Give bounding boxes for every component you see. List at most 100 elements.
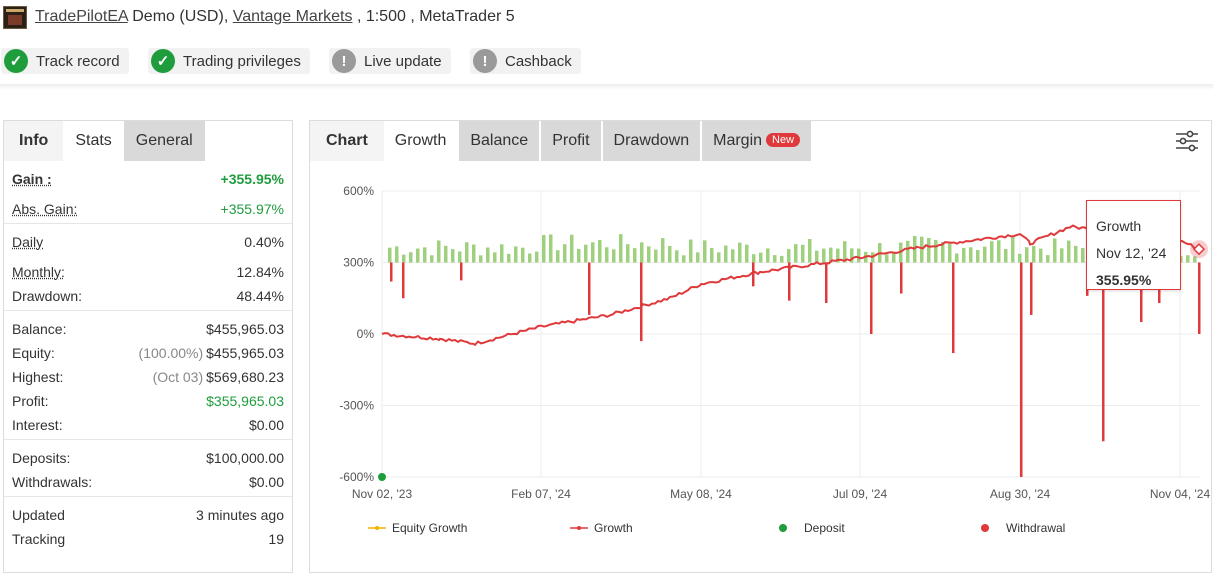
ea-name-link[interactable]: TradePilotEA bbox=[35, 8, 128, 25]
daily-gain-bar bbox=[976, 249, 980, 263]
tab-stats[interactable]: Stats bbox=[63, 121, 124, 161]
monthly-label[interactable]: Monthly: bbox=[12, 264, 65, 280]
tab-margin-label: Margin bbox=[713, 132, 763, 149]
daily-gain-bar bbox=[997, 240, 1001, 263]
stat-row-drawdown: Drawdown: 48.44% bbox=[12, 284, 284, 308]
tab-drawdown[interactable]: Drawdown bbox=[602, 121, 701, 161]
cashback-badge[interactable]: ! Cashback bbox=[470, 48, 581, 74]
daily-label[interactable]: Daily bbox=[12, 234, 43, 250]
daily-gain-bar bbox=[416, 248, 420, 263]
daily-gain-bar bbox=[990, 241, 994, 263]
profit-value: $355,965.03 bbox=[206, 393, 284, 409]
tab-balance[interactable]: Balance bbox=[459, 121, 540, 161]
daily-gain-bar bbox=[766, 248, 770, 263]
withdrawal-bar bbox=[402, 262, 405, 299]
badge-label: Live update bbox=[364, 52, 442, 70]
stat-row-abs-gain: Abs. Gain: +355.97% bbox=[12, 197, 284, 221]
legend-label[interactable]: Deposit bbox=[804, 521, 845, 535]
withdrawal-bar bbox=[952, 262, 955, 354]
daily-gain-bar bbox=[1018, 253, 1022, 263]
x-tick-label: Nov 04, '24 bbox=[1150, 487, 1211, 501]
account-type: Demo (USD), bbox=[132, 8, 229, 25]
leverage-platform: , 1:500 , MetaTrader 5 bbox=[356, 8, 515, 25]
stat-row-tracking: Tracking 19 bbox=[12, 527, 284, 551]
daily-gain-bar bbox=[969, 247, 973, 263]
y-tick-label: -300% bbox=[339, 399, 374, 413]
daily-gain-bar bbox=[1053, 238, 1057, 263]
daily-gain-bar bbox=[472, 244, 476, 263]
badge-label: Cashback bbox=[505, 52, 572, 70]
daily-gain-bar bbox=[689, 239, 693, 263]
daily-gain-bar bbox=[395, 246, 399, 263]
daily-gain-bar bbox=[633, 248, 637, 263]
y-tick-label: 600% bbox=[343, 184, 374, 198]
profit-label: Profit: bbox=[12, 393, 49, 409]
daily-gain-bar bbox=[388, 247, 392, 263]
tab-general[interactable]: General bbox=[123, 121, 205, 161]
daily-gain-bar bbox=[920, 236, 924, 263]
withdrawals-value: $0.00 bbox=[248, 474, 284, 490]
stat-row-balance: Balance: $455,965.03 bbox=[12, 317, 284, 341]
growth-chart[interactable]: 600% 300% 0% -300% -600% Nov 02, '23 Feb 07, … bbox=[310, 161, 1211, 571]
daily-gain-bar bbox=[955, 253, 959, 263]
stats-list: Gain : +355.95% Abs. Gain: +355.97% Dail… bbox=[4, 167, 292, 551]
daily-gain-bar bbox=[507, 253, 511, 263]
withdrawal-bar bbox=[870, 262, 873, 334]
track-record-badge[interactable]: ✓ Track record bbox=[1, 48, 129, 74]
daily-gain-bar bbox=[451, 249, 455, 263]
highest-date: (Oct 03) bbox=[152, 369, 204, 385]
withdrawal-bar bbox=[640, 262, 643, 342]
legend-label[interactable]: Growth bbox=[594, 521, 633, 535]
balance-label: Balance: bbox=[12, 321, 67, 337]
daily-gain-bar bbox=[444, 245, 448, 263]
stat-row-equity: Equity: (100.00%) $455,965.03 bbox=[12, 341, 284, 365]
daily-gain-bar bbox=[1081, 248, 1085, 263]
new-badge: New bbox=[766, 133, 801, 147]
chart-panel: Chart Growth Balance Profit Drawdown Mar… bbox=[309, 120, 1212, 573]
daily-gain-bar bbox=[493, 252, 497, 263]
daily-gain-bar bbox=[948, 243, 952, 263]
abs-gain-label[interactable]: Abs. Gain: bbox=[12, 201, 77, 217]
tab-margin[interactable]: Margin New bbox=[702, 121, 812, 161]
x-tick-label: Aug 30, '24 bbox=[990, 487, 1051, 501]
broker-link[interactable]: Vantage Markets bbox=[233, 8, 353, 25]
sliders-icon[interactable] bbox=[1175, 129, 1199, 153]
tooltip-title: Growth bbox=[1096, 218, 1142, 234]
check-icon: ✓ bbox=[151, 49, 175, 73]
daily-gain-bar bbox=[584, 244, 588, 263]
monthly-value: 12.84% bbox=[236, 264, 284, 280]
daily-gain-bar bbox=[962, 247, 966, 263]
daily-gain-bar bbox=[1060, 248, 1064, 263]
stat-row-highest: Highest: (Oct 03) $569,680.23 bbox=[12, 365, 284, 389]
daily-gain-bar bbox=[528, 253, 532, 263]
daily-gain-bar bbox=[906, 240, 910, 263]
daily-gain-bar bbox=[598, 239, 602, 263]
equity-label: Equity: bbox=[12, 345, 55, 361]
daily-gain-bar bbox=[857, 248, 861, 263]
live-update-badge[interactable]: ! Live update bbox=[329, 48, 451, 74]
legend-label[interactable]: Withdrawal bbox=[1006, 521, 1065, 535]
daily-gain-bar bbox=[801, 244, 805, 263]
stat-row-withdrawals: Withdrawals: $0.00 bbox=[12, 470, 284, 494]
tab-profit[interactable]: Profit bbox=[541, 121, 601, 161]
daily-gain-bar bbox=[1046, 255, 1050, 263]
drawdown-value: 48.44% bbox=[236, 288, 284, 304]
gain-label[interactable]: Gain : bbox=[12, 171, 52, 187]
daily-gain-bar bbox=[675, 250, 679, 263]
daily-gain-bar bbox=[787, 249, 791, 263]
tab-growth[interactable]: Growth bbox=[383, 121, 458, 161]
daily-gain-bar bbox=[1011, 236, 1015, 263]
daily-gain-bar bbox=[535, 251, 539, 263]
legend-label[interactable]: Equity Growth bbox=[392, 521, 467, 535]
tooltip-date: Nov 12, '24 bbox=[1096, 245, 1167, 261]
trading-privileges-badge[interactable]: ✓ Trading privileges bbox=[148, 48, 310, 74]
gain-value: +355.95% bbox=[220, 171, 284, 187]
tab-info[interactable]: Info bbox=[4, 121, 64, 161]
daily-gain-bar bbox=[717, 252, 721, 263]
daily-gain-bar bbox=[577, 248, 581, 263]
y-tick-label: -600% bbox=[339, 470, 374, 484]
daily-gain-bar bbox=[703, 240, 707, 263]
daily-gain-bar bbox=[759, 252, 763, 263]
daily-gain-bar bbox=[1032, 245, 1036, 263]
withdrawal-bar bbox=[390, 262, 393, 282]
